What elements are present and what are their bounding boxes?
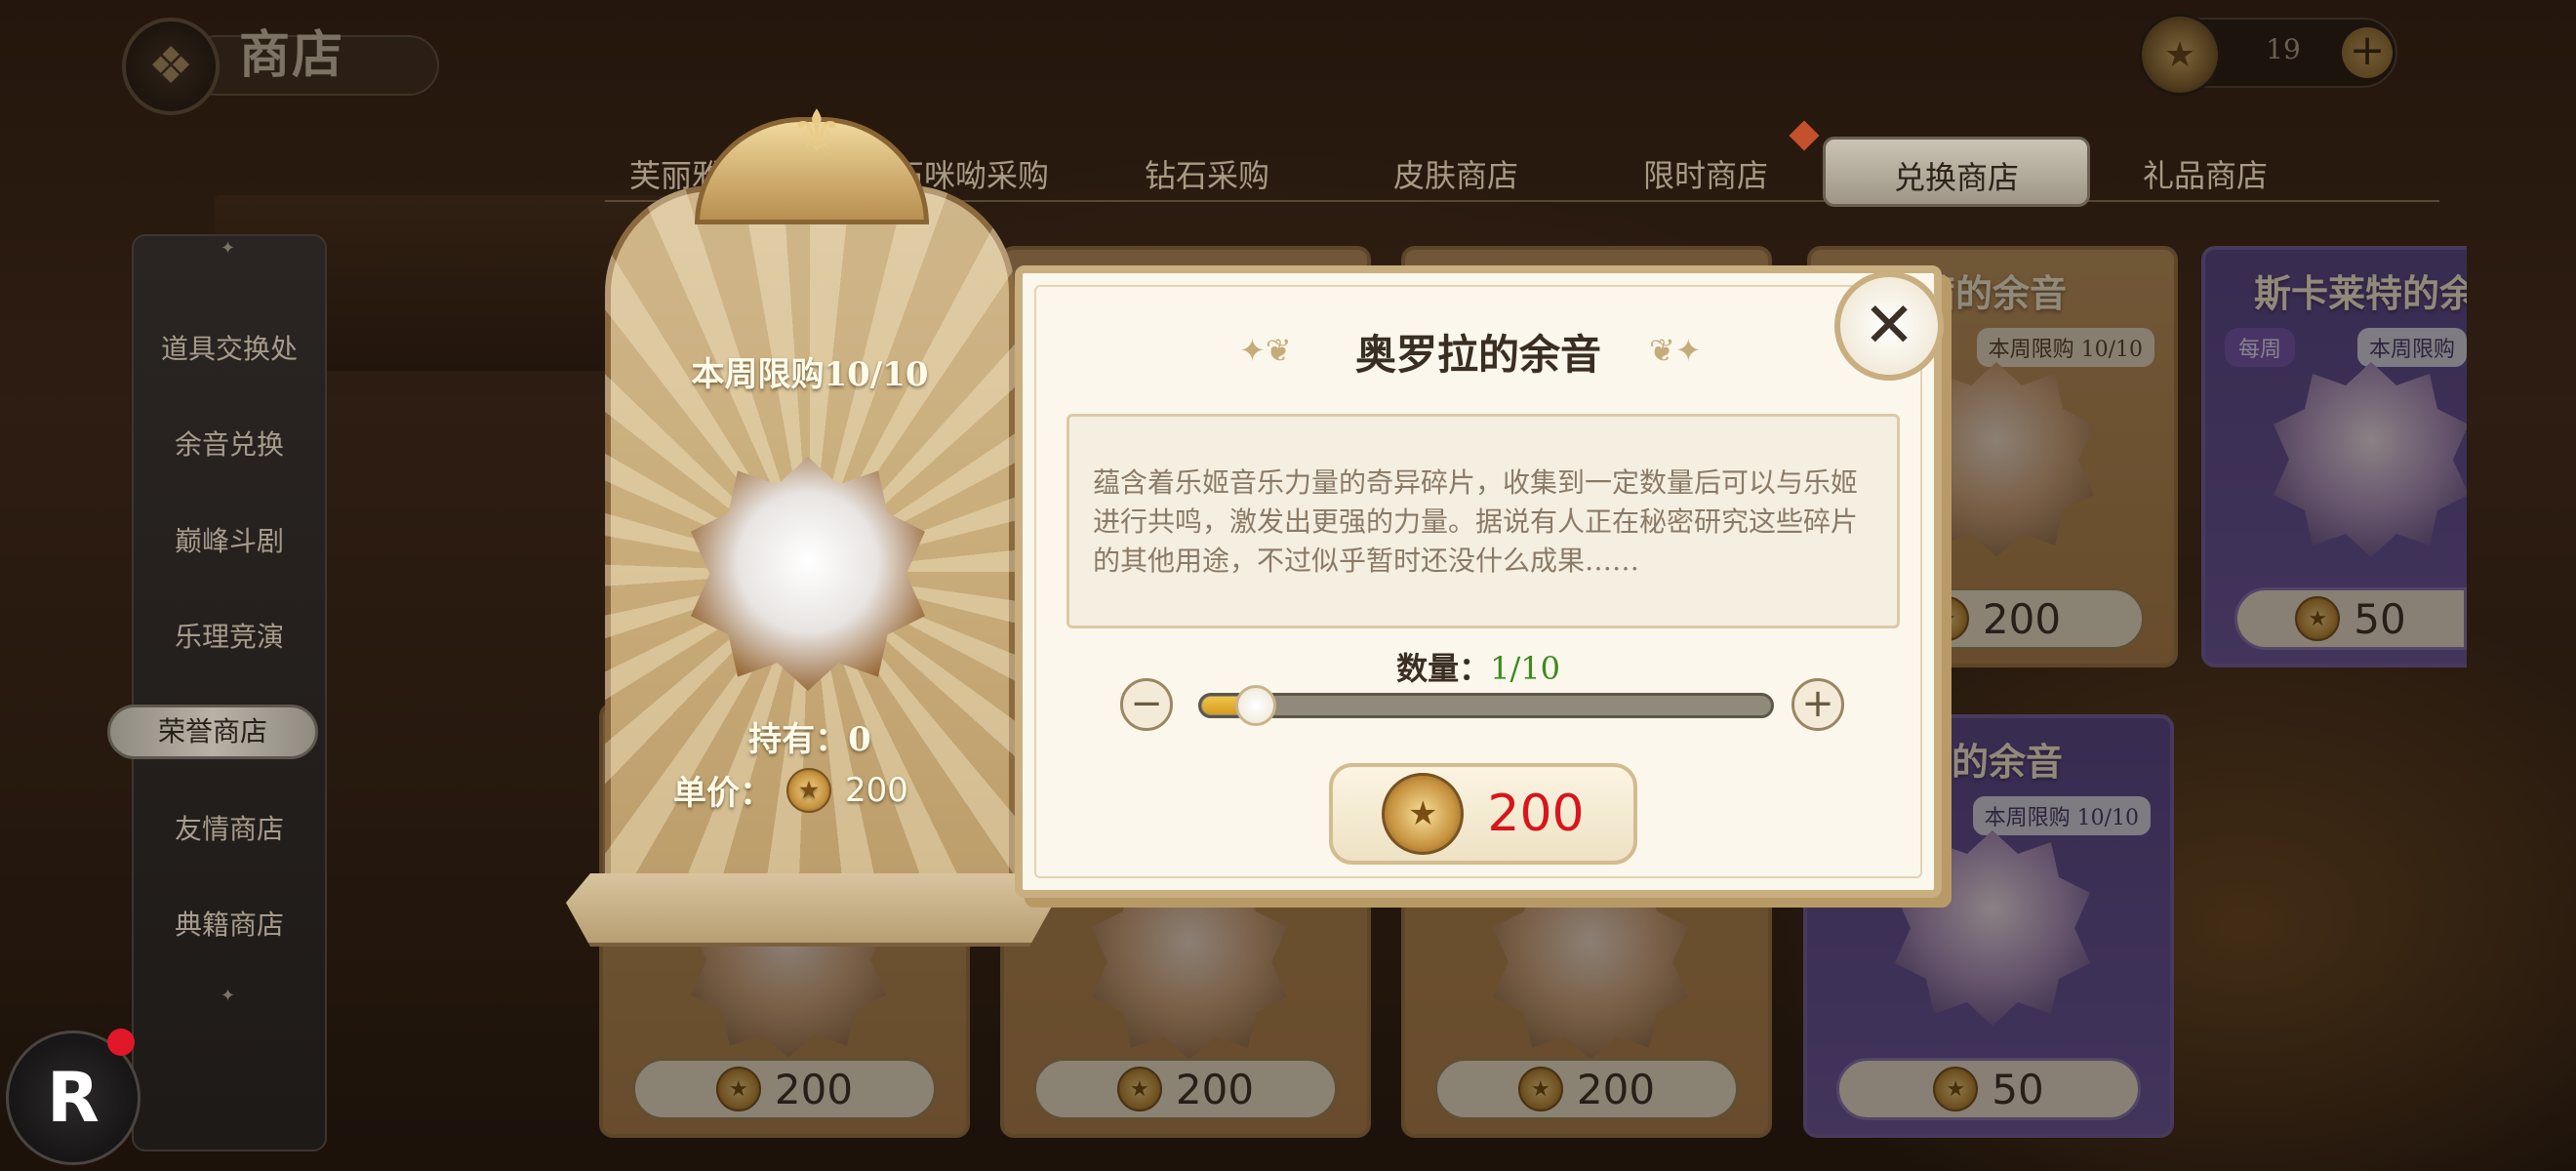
fleur-de-lis-icon: ⚜ (790, 98, 843, 166)
quantity-slider-handle[interactable] (1235, 685, 1276, 726)
sidebar-bottom-ornament: ✦ (221, 986, 236, 1006)
tab-skin-shop[interactable]: 皮肤商店 (1393, 151, 1518, 196)
sidebar-item-friendship-shop[interactable]: 友情商店 (132, 808, 327, 847)
honor-medal-icon: ★ (1382, 773, 1465, 855)
buy-price: 200 (1487, 785, 1585, 843)
sidebar-item-honor-shop[interactable]: 荣誉商店 (107, 705, 318, 759)
tab-limited-shop[interactable]: 限时商店 (1643, 151, 1768, 196)
sidebar-item-peak-battle[interactable]: 巅峰斗剧 (132, 520, 327, 559)
close-button[interactable]: ✕ (1834, 271, 1944, 381)
dialog-title: 奥罗拉的余音 (1354, 331, 1601, 379)
sidebar-item-music-theory[interactable]: 乐理竞演 (132, 616, 327, 655)
sidebar-top-ornament: ✦ (221, 238, 236, 259)
title-ornament-right-icon: ❦✦ (1649, 332, 1702, 369)
tab-diamond-purchase[interactable]: 钻石采购 (1145, 151, 1269, 196)
sidebar (132, 234, 327, 1151)
preview-pedestal (566, 873, 1054, 947)
quantity-slider[interactable] (1198, 693, 1774, 718)
close-icon: ✕ (1863, 290, 1915, 362)
tab-exchange-shop[interactable]: 兑换商店 (1823, 137, 2091, 207)
sidebar-item-book-shop[interactable]: 典籍商店 (132, 904, 327, 943)
unit-price-label: 单价： (673, 774, 773, 813)
item-description: 蕴含着乐姬音乐力量的奇异碎片，收集到一定数量后可以与乐姬进行共鸣，激发出更强的力… (1067, 414, 1900, 628)
sidebar-item-echo-exchange[interactable]: 余音兑换 (132, 424, 327, 463)
unit-price-value: 200 (845, 770, 908, 810)
quantity-value: 1/10 (1490, 650, 1560, 687)
buy-button[interactable]: ★ 200 (1329, 763, 1637, 865)
unit-price: 单价： ★ 200 (673, 766, 908, 814)
honor-medal-icon: ★ (786, 767, 831, 813)
owned-count: 持有：0 (748, 720, 871, 759)
sidebar-item-item-exchange[interactable]: 道具交换处 (132, 328, 327, 367)
increase-quantity-button[interactable]: + (1791, 678, 1844, 731)
notification-dot (107, 1029, 135, 1056)
decrease-quantity-button[interactable]: − (1120, 678, 1173, 731)
preview-weekly-limit: 本周限购10/10 (691, 355, 929, 394)
tab-gift-shop[interactable]: 礼品商店 (2143, 151, 2268, 196)
quantity-label-text: 数量： (1396, 650, 1491, 687)
